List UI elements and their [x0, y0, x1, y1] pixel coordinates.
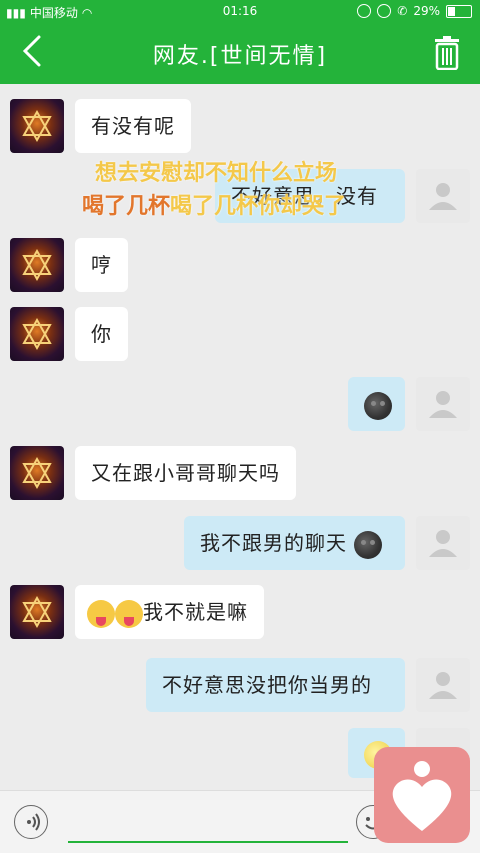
winking-tongue-emoji-icon	[115, 599, 143, 628]
voice-icon	[27, 813, 40, 831]
my-avatar[interactable]	[416, 377, 470, 431]
floating-heart-button[interactable]	[374, 747, 470, 843]
my-avatar[interactable]	[416, 516, 470, 570]
ring-icon	[357, 4, 372, 18]
new-moon-face-emoji-icon	[364, 391, 392, 420]
trash-icon	[435, 36, 459, 71]
friend-avatar[interactable]	[10, 446, 64, 500]
alarm-icon	[377, 4, 392, 18]
new-moon-face-emoji-icon	[354, 530, 383, 559]
message-bubble[interactable]: 你	[75, 307, 128, 361]
chat-header: 网友.[世间无情]	[0, 24, 480, 84]
lyric-overlay-line1: 想去安慰却不知什么立场	[95, 160, 338, 186]
voice-input-button[interactable]	[14, 805, 48, 839]
friend-avatar[interactable]	[10, 307, 64, 361]
friend-avatar[interactable]	[10, 238, 64, 292]
hd-call-icon: ✆	[397, 4, 408, 18]
lyric-overlay-line2: 喝了几杯喝了几杯你却哭了	[82, 188, 346, 220]
message-bubble[interactable]: 哼	[75, 238, 128, 292]
status-right: ✆ 29%	[357, 4, 472, 18]
message-text: 我不就是嘛	[143, 600, 248, 624]
lyric-segment: 喝了几杯你却哭了	[170, 193, 347, 219]
battery-icon	[446, 4, 472, 18]
message-input[interactable]	[68, 841, 348, 843]
message-bubble[interactable]: 我不跟男的聊天	[184, 516, 405, 570]
message-bubble[interactable]: 不好意思没把你当男的	[146, 658, 405, 712]
message-bubble[interactable]: 又在跟小哥哥聊天吗	[75, 446, 296, 500]
heart-person-icon	[392, 761, 452, 831]
delete-button[interactable]	[434, 36, 460, 71]
my-avatar[interactable]	[416, 658, 470, 712]
message-bubble[interactable]: 我不就是嘛	[75, 585, 264, 639]
friend-avatar[interactable]	[10, 585, 64, 639]
my-avatar[interactable]	[416, 169, 470, 223]
chat-title: 网友.[世间无情]	[152, 44, 328, 69]
friend-avatar[interactable]	[10, 99, 64, 153]
winking-tongue-emoji-icon	[87, 599, 115, 628]
status-bar: ▮▮▮ 中国移动 ◠ 01:16 ✆ 29%	[0, 0, 480, 24]
message-bubble[interactable]: 有没有呢	[75, 99, 191, 153]
battery-percent: 29%	[413, 4, 440, 18]
lyric-segment: 喝了几杯	[82, 193, 171, 219]
message-text: 我不跟男的聊天	[200, 531, 347, 555]
message-bubble[interactable]	[348, 377, 405, 431]
